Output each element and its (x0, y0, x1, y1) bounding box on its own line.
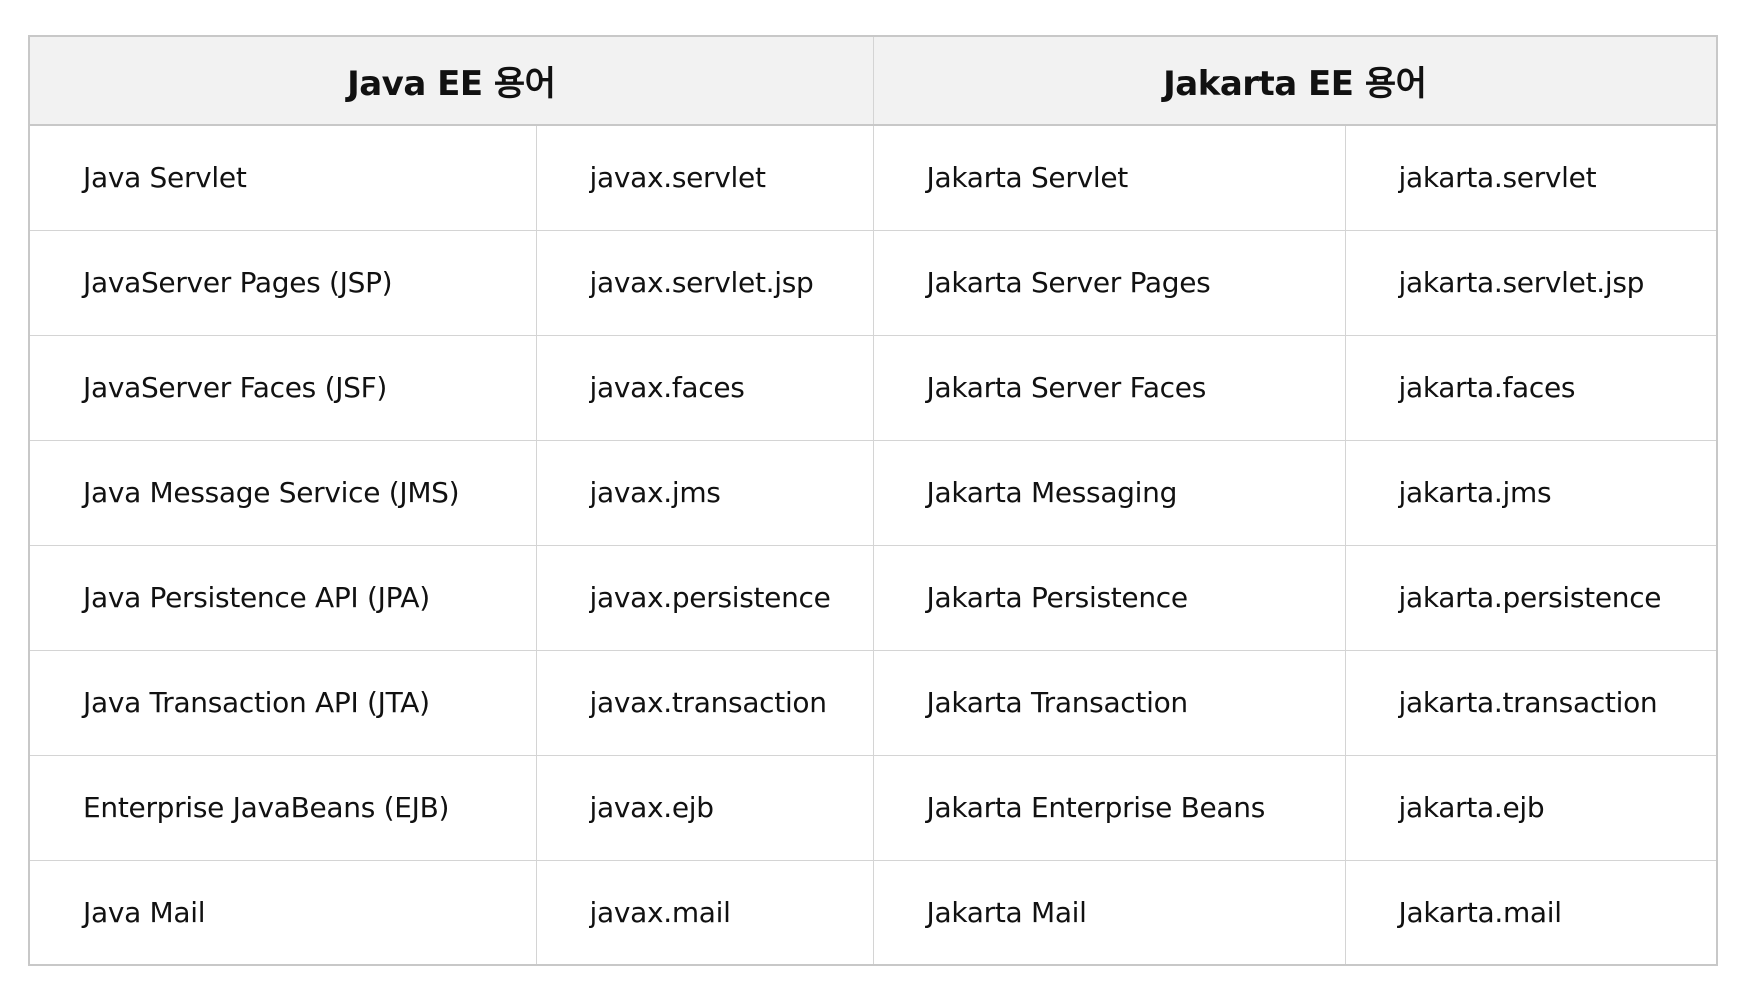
header-jakarta-ee-terms: Jakarta EE 용어 (872, 35, 1719, 126)
header-java-ee-terms: Java EE 용어 (27, 35, 874, 126)
header-row: Java EE 용어 Jakarta EE 용어 (27, 35, 1719, 126)
jakarta-ee-name-cell: Jakarta Server Faces (872, 334, 1346, 441)
java-ee-package-cell: javax.ejb (535, 754, 874, 861)
java-ee-name-cell: JavaServer Pages (JSP) (28, 229, 537, 336)
table-header: Java EE 용어 Jakarta EE 용어 (27, 35, 1719, 126)
java-ee-package-cell: javax.persistence (535, 544, 874, 651)
jakarta-ee-name-cell: Jakarta Servlet (872, 124, 1346, 231)
table-body: Java Servlet javax.servlet Jakarta Servl… (28, 124, 1719, 966)
java-ee-package-cell: javax.transaction (535, 649, 874, 756)
table-row: JavaServer Pages (JSP) javax.servlet.jsp… (28, 229, 1719, 336)
jakarta-ee-name-cell: Jakarta Mail (872, 859, 1346, 966)
table-row: Java Message Service (JMS) javax.jms Jak… (28, 439, 1719, 546)
jakarta-ee-package-cell: jakarta.transaction (1344, 649, 1719, 756)
java-ee-name-cell: Java Message Service (JMS) (28, 439, 537, 546)
java-jakarta-comparison-table: Java EE 용어 Jakarta EE 용어 Java Servlet ja… (27, 35, 1719, 966)
java-ee-name-cell: Java Servlet (28, 124, 537, 231)
table-row: Enterprise JavaBeans (EJB) javax.ejb Jak… (28, 754, 1719, 861)
java-ee-name-cell: Java Persistence API (JPA) (28, 544, 537, 651)
jakarta-ee-name-cell: Jakarta Enterprise Beans (872, 754, 1346, 861)
java-ee-name-cell: Java Mail (28, 859, 537, 966)
table-row: Java Mail javax.mail Jakarta Mail Jakart… (28, 859, 1719, 966)
jakarta-ee-package-cell: jakarta.faces (1344, 334, 1719, 441)
table-row: Java Transaction API (JTA) javax.transac… (28, 649, 1719, 756)
java-ee-package-cell: javax.servlet.jsp (535, 229, 874, 336)
jakarta-ee-package-cell: jakarta.servlet (1344, 124, 1719, 231)
java-ee-package-cell: javax.servlet (535, 124, 874, 231)
java-ee-package-cell: javax.mail (535, 859, 874, 966)
comparison-table-container: Java EE 용어 Jakarta EE 용어 Java Servlet ja… (27, 35, 1719, 966)
jakarta-ee-package-cell: jakarta.persistence (1344, 544, 1719, 651)
java-ee-package-cell: javax.faces (535, 334, 874, 441)
jakarta-ee-name-cell: Jakarta Transaction (872, 649, 1346, 756)
java-ee-name-cell: JavaServer Faces (JSF) (28, 334, 537, 441)
jakarta-ee-name-cell: Jakarta Messaging (872, 439, 1346, 546)
jakarta-ee-name-cell: Jakarta Persistence (872, 544, 1346, 651)
table-row: JavaServer Faces (JSF) javax.faces Jakar… (28, 334, 1719, 441)
java-ee-package-cell: javax.jms (535, 439, 874, 546)
jakarta-ee-package-cell: jakarta.jms (1344, 439, 1719, 546)
java-ee-name-cell: Enterprise JavaBeans (EJB) (28, 754, 537, 861)
jakarta-ee-package-cell: jakarta.ejb (1344, 754, 1719, 861)
table-row: Java Servlet javax.servlet Jakarta Servl… (28, 124, 1719, 231)
jakarta-ee-package-cell: Jakarta.mail (1344, 859, 1719, 966)
java-ee-name-cell: Java Transaction API (JTA) (28, 649, 537, 756)
table-row: Java Persistence API (JPA) javax.persist… (28, 544, 1719, 651)
jakarta-ee-package-cell: jakarta.servlet.jsp (1344, 229, 1719, 336)
jakarta-ee-name-cell: Jakarta Server Pages (872, 229, 1346, 336)
